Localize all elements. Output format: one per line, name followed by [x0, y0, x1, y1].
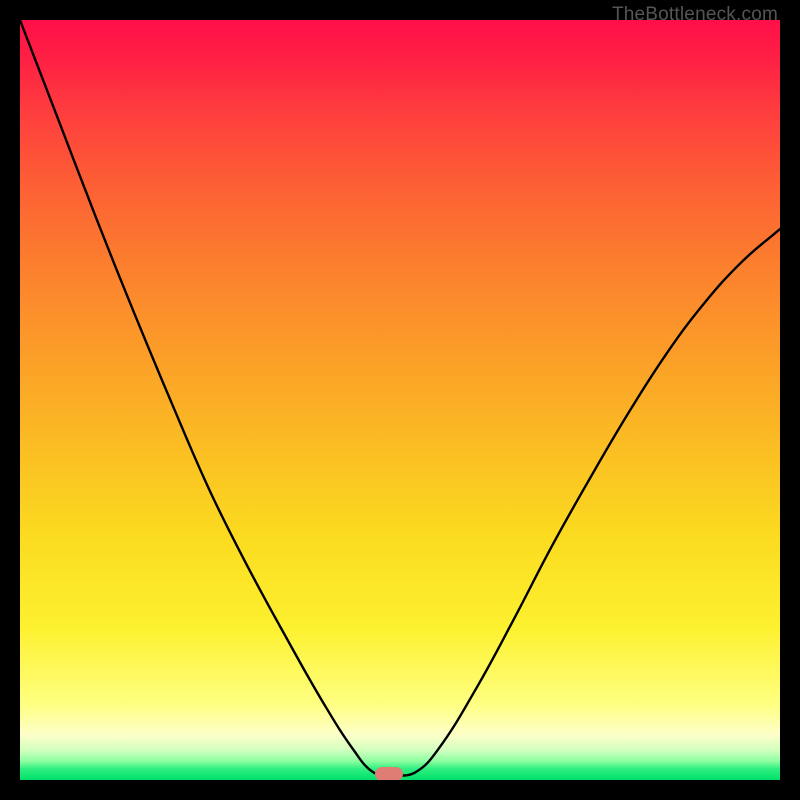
- curve-line: [20, 20, 780, 780]
- chart-frame: TheBottleneck.com: [0, 0, 800, 800]
- plot-area: [20, 20, 780, 780]
- optimal-marker: [375, 767, 403, 780]
